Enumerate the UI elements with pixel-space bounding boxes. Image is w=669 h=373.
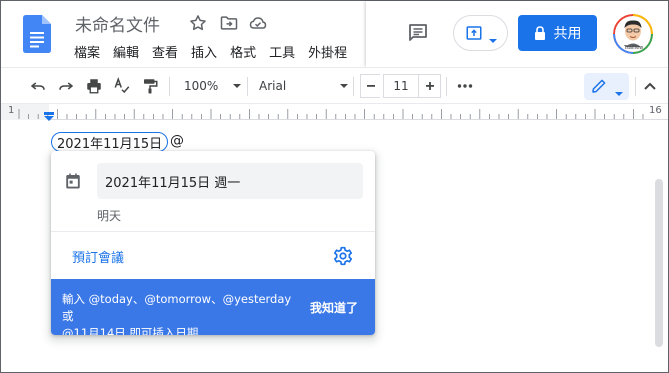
increase-font-size-button[interactable] (419, 74, 441, 98)
share-label: 共用 (553, 26, 582, 42)
docs-logo-icon[interactable] (23, 15, 51, 53)
toolbar-divider (247, 77, 248, 96)
account-avatar[interactable]: Tsailiew (613, 14, 653, 54)
menu-bar: 檔案 編輯 查看 插入 格式 工具 外掛程 (74, 42, 347, 61)
menu-file[interactable]: 檔案 (74, 42, 100, 61)
toolbar-divider (635, 77, 636, 96)
header-actions: 共用 Tsailiew (366, 1, 668, 67)
menu-view[interactable]: 查看 (152, 42, 178, 61)
chevron-up-icon[interactable] (641, 76, 659, 96)
ruler-number-left: 1 (8, 105, 15, 116)
pencil-icon (590, 77, 608, 99)
title-bar: 未命名文件 檔案 編輯 查看 插入 格式 工具 外掛程 共用 Tsailiew (1, 1, 668, 67)
undo-icon[interactable] (28, 76, 48, 96)
minus-icon (366, 85, 375, 87)
decrease-font-size-button[interactable] (360, 74, 380, 98)
ruler[interactable]: 1 16 (1, 104, 668, 121)
calendar-icon (64, 172, 82, 190)
menu-edit[interactable]: 編輯 (113, 42, 139, 61)
cloud-status-icon[interactable] (248, 13, 268, 33)
menu-insert[interactable]: 插入 (191, 42, 217, 61)
font-dropdown-icon (340, 84, 348, 88)
comment-history-icon[interactable] (406, 21, 430, 45)
present-icon (465, 24, 483, 46)
move-folder-icon[interactable] (219, 13, 239, 33)
at-sign: @ (170, 133, 184, 149)
date-option-tomorrow[interactable]: 明天 (97, 207, 121, 224)
date-smart-chip[interactable]: 2021年11月15日 (51, 132, 169, 152)
font-size-input[interactable]: 11 (383, 74, 419, 98)
vertical-scrollbar[interactable] (655, 179, 663, 347)
tip-banner: 輸入 @today、@tomorrow、@yesterday 或 @11月14日… (51, 279, 375, 335)
document-title[interactable]: 未命名文件 (75, 11, 160, 36)
redo-icon[interactable] (56, 76, 76, 96)
share-button[interactable]: 共用 (518, 15, 597, 51)
menu-format[interactable]: 格式 (230, 42, 256, 61)
paint-format-icon[interactable] (140, 76, 160, 96)
editing-mode-button[interactable] (584, 73, 629, 100)
font-value: Arial (259, 79, 287, 93)
schedule-meeting-link[interactable]: 預訂會議 (72, 247, 124, 266)
lock-icon (534, 26, 545, 40)
ruler-number-right: 16 (649, 105, 662, 116)
date-option-today[interactable]: 2021年11月15日 週一 (97, 163, 363, 199)
print-icon[interactable] (84, 76, 104, 96)
star-icon[interactable] (188, 13, 208, 33)
font-select[interactable]: Arial (259, 76, 349, 96)
toolbar-divider (353, 77, 354, 96)
zoom-select[interactable]: 100% (184, 76, 242, 96)
got-it-button[interactable]: 我知道了 (310, 299, 358, 316)
popup-divider (51, 231, 375, 232)
editing-mode-dropdown-icon (614, 83, 624, 102)
tip-line-1: 輸入 @today、@tomorrow、@yesterday 或 (62, 292, 292, 323)
left-indent-marker-icon[interactable] (43, 107, 55, 126)
plus-icon (425, 82, 434, 90)
zoom-value: 100% (184, 79, 219, 93)
avatar-caption: Tsailiew (624, 45, 644, 51)
gear-icon[interactable] (333, 246, 353, 266)
date-picker-popup: 2021年11月15日 週一 明天 預訂會議 輸入 @today、@tomorr… (51, 151, 375, 335)
zoom-dropdown-icon (233, 84, 241, 88)
menu-addons[interactable]: 外掛程 (308, 42, 347, 61)
menu-tools[interactable]: 工具 (269, 42, 295, 61)
tip-text: 輸入 @today、@tomorrow、@yesterday 或 @11月14日… (62, 291, 302, 335)
ruler-ticks (1, 104, 644, 120)
toolbar-divider (446, 77, 447, 96)
tip-line-2: @11月14日 即可插入日期 (62, 326, 199, 335)
toolbar: 100% Arial 11 (1, 67, 668, 104)
more-vert-icon[interactable] (456, 76, 474, 96)
toolbar-divider (169, 77, 170, 96)
present-dropdown-icon[interactable] (488, 30, 498, 49)
present-button[interactable] (453, 15, 508, 51)
spellcheck-icon[interactable] (112, 76, 132, 96)
